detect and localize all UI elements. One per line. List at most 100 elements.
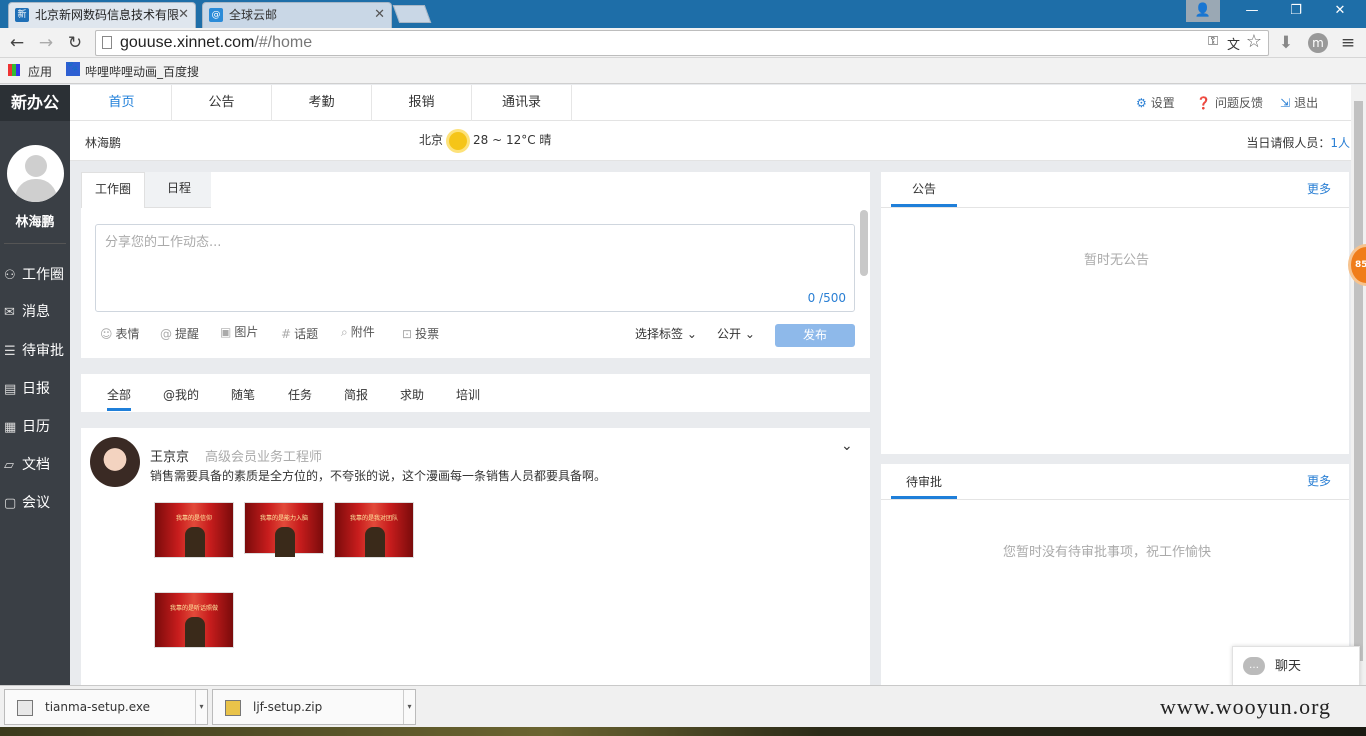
bookmark-apps[interactable]: 应用 <box>28 63 52 80</box>
meeting-icon: ▢ <box>4 496 17 511</box>
browser-tab[interactable]: @ 全球云邮 ✕ <box>202 2 392 28</box>
vote-icon: ⊡ <box>402 327 413 341</box>
nav-attendance[interactable]: 考勤 <box>272 85 372 121</box>
key-icon[interactable]: ⚿ <box>1208 34 1218 49</box>
emoji-button[interactable]: ☺ 表情 <box>100 325 140 342</box>
sidebar-item-approvals[interactable]: ☰ 待审批 <box>0 336 70 366</box>
installer-file-icon <box>17 700 33 716</box>
image-icon: ▣ <box>220 325 232 339</box>
translate-icon[interactable]: 文 <box>1227 34 1240 53</box>
zip-file-icon <box>225 700 241 716</box>
tab-schedule[interactable]: 日程 <box>147 172 211 208</box>
user-profile-icon[interactable]: 👤 <box>1186 0 1220 22</box>
folder-icon: ▱ <box>4 458 14 473</box>
nav-reimbursement[interactable]: 报销 <box>372 85 472 121</box>
feed-tab-all[interactable]: 全部 <box>107 386 132 411</box>
sidebar-item-daily-report[interactable]: ▤ 日报 <box>0 374 70 404</box>
post-image[interactable]: 我靠的是信仰 <box>154 502 234 558</box>
page-scrollbar[interactable] <box>1351 85 1366 685</box>
divider <box>4 243 66 244</box>
sidebar-item-calendar[interactable]: ▦ 日历 <box>0 412 70 442</box>
vote-button[interactable]: ⊡ 投票 <box>402 325 439 342</box>
close-window-button[interactable]: ✕ <box>1318 0 1362 22</box>
mention-button[interactable]: @ 提醒 <box>160 325 199 342</box>
nav-notices[interactable]: 公告 <box>172 85 272 121</box>
bookmark-star-icon[interactable]: ☆ <box>1246 31 1262 52</box>
forward-arrow-icon[interactable]: → <box>36 33 56 53</box>
close-tab-icon[interactable]: ✕ <box>374 3 385 27</box>
restore-button[interactable]: ❐ <box>1274 0 1318 22</box>
leave-count-link[interactable]: 1人 <box>1330 136 1350 150</box>
post-author[interactable]: 王京京 <box>150 446 189 465</box>
os-taskbar-strip <box>0 727 1366 736</box>
sidebar-item-workcircle[interactable]: ⚇ 工作圈 <box>0 260 70 290</box>
menu-icon[interactable]: ≡ <box>1338 33 1358 53</box>
apps-grid-icon <box>8 64 20 76</box>
feed-tab-tasks[interactable]: 任务 <box>288 386 312 403</box>
post-textarea[interactable]: 分享您的工作动态... 0 /500 <box>95 224 855 312</box>
page-icon <box>102 36 112 49</box>
minimize-button[interactable]: — <box>1230 0 1274 22</box>
browser-tab-active[interactable]: 新 北京新网数码信息技术有限 ✕ <box>8 2 196 28</box>
sidebar-item-messages[interactable]: ✉ 消息 <box>0 297 70 327</box>
nav-home[interactable]: 首页 <box>72 85 172 121</box>
download-item[interactable]: ljf-setup.zip ▾ <box>212 689 416 725</box>
sidebar-item-documents[interactable]: ▱ 文档 <box>0 450 70 480</box>
network-icon: ⚇ <box>4 268 16 283</box>
download-item[interactable]: tianma-setup.exe ▾ <box>4 689 208 725</box>
info-user-name: 林海鹏 <box>85 136 122 150</box>
watermark: www.wooyun.org <box>1160 694 1332 719</box>
tab-underline <box>891 496 957 499</box>
post-placeholder: 分享您的工作动态... <box>105 235 222 250</box>
xinnet-favicon-icon: 新 <box>15 8 29 22</box>
weather-widget: 北京 28 ~ 12°C 晴 <box>419 131 551 150</box>
tab-workcircle[interactable]: 工作圈 <box>81 172 145 208</box>
at-icon: @ <box>160 327 172 341</box>
feed-tab-training[interactable]: 培训 <box>456 386 480 403</box>
weather-city: 北京 <box>419 133 444 147</box>
feed-tab-briefs[interactable]: 简报 <box>344 386 368 403</box>
gear-icon: ⚙ <box>1136 96 1147 110</box>
feed-tab-notes[interactable]: 随笔 <box>231 386 255 403</box>
compose-scrollbar[interactable] <box>860 210 868 276</box>
approval-more-link[interactable]: 更多 <box>1307 472 1331 489</box>
extension-m-icon[interactable]: m <box>1308 33 1328 53</box>
close-tab-icon[interactable]: ✕ <box>178 3 189 27</box>
chat-button[interactable]: … 聊天 <box>1232 646 1360 686</box>
address-bar[interactable]: gouuse.xinnet.com/#/home ⚿ 文 ☆ <box>95 30 1269 56</box>
settings-link[interactable]: ⚙ 设置 <box>1136 85 1175 121</box>
reload-icon[interactable]: ↻ <box>65 33 85 53</box>
sidebar-user-name: 林海鹏 <box>15 215 55 230</box>
app-logo[interactable]: 新办公 <box>0 85 70 121</box>
sidebar-item-meetings[interactable]: ▢ 会议 <box>0 488 70 518</box>
download-icon[interactable]: ⬇ <box>1276 33 1296 53</box>
tag-select[interactable]: 选择标签 ⌄ <box>635 325 697 342</box>
avatar[interactable] <box>90 437 140 487</box>
feedback-link[interactable]: ❓ 问题反馈 <box>1196 85 1263 121</box>
tab-title: 全球云邮 <box>229 8 278 22</box>
back-arrow-icon[interactable]: ← <box>7 33 27 53</box>
feed-tab-help[interactable]: 求助 <box>400 386 424 403</box>
feed-tab-mentions[interactable]: @我的 <box>163 386 199 403</box>
chevron-down-icon[interactable]: ⌄ <box>841 438 853 454</box>
topic-button[interactable]: # 话题 <box>281 325 318 342</box>
attachment-button[interactable]: ⌕ 附件 <box>341 323 375 340</box>
chevron-down-icon: ⌄ <box>744 327 755 341</box>
notice-more-link[interactable]: 更多 <box>1307 180 1331 197</box>
approval-title[interactable]: 待审批 <box>906 473 942 490</box>
bookmark-bilibili[interactable]: 哔哩哔哩动画_百度搜 <box>85 63 199 80</box>
image-button[interactable]: ▣ 图片 <box>220 323 258 340</box>
post-image[interactable]: 我靠的是能力入脑 <box>244 502 324 557</box>
nav-contacts[interactable]: 通讯录 <box>472 85 572 121</box>
logout-link[interactable]: ⇲ 退出 <box>1280 85 1318 121</box>
post-image[interactable]: 我靠的是听话照做 <box>154 592 234 648</box>
approval-header <box>881 464 1349 500</box>
avatar[interactable] <box>7 145 64 202</box>
post-text: 销售需要具备的素质是全方位的，不夸张的说，这个漫画每一条销售人员都要具备啊。 <box>150 469 607 483</box>
visibility-select[interactable]: 公开 ⌄ <box>717 325 755 342</box>
publish-button[interactable]: 发布 <box>775 324 855 347</box>
leave-summary: 当日请假人员：1人 <box>1246 136 1350 150</box>
new-tab-button[interactable] <box>392 5 432 23</box>
notice-title[interactable]: 公告 <box>912 180 936 197</box>
post-image[interactable]: 我靠的是我对团队 <box>334 502 414 558</box>
